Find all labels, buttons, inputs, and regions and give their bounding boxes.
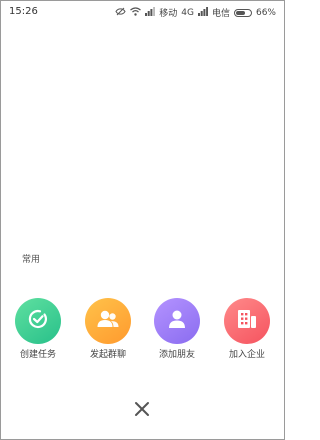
signal-icon-1 <box>145 6 156 19</box>
wifi-icon <box>130 6 142 19</box>
add-friend-button[interactable]: 添加朋友 <box>142 298 212 360</box>
battery-fill <box>235 10 245 15</box>
start-group-chat-label: 发起群聊 <box>89 350 126 360</box>
start-group-chat-circle <box>85 298 131 344</box>
network-type: 4G <box>181 7 194 18</box>
join-company-circle <box>224 298 270 344</box>
person-icon <box>167 309 187 333</box>
signal-icon-2 <box>197 6 208 19</box>
add-friend-circle <box>154 298 200 344</box>
start-group-chat-button[interactable]: 发起群聊 <box>73 298 143 360</box>
app-frame: 15:26 移动 4G 电信 66% 常用 创建任务 发起群聊 添加朋友 加入企… <box>0 0 285 440</box>
create-task-label: 创建任务 <box>19 350 56 360</box>
close-icon <box>134 401 150 421</box>
carrier-1: 移动 <box>159 9 178 19</box>
status-time: 15:26 <box>9 6 38 17</box>
create-task-button[interactable]: 创建任务 <box>3 298 73 360</box>
building-icon <box>236 309 258 333</box>
section-label-common: 常用 <box>22 255 41 265</box>
check-circle-icon <box>27 308 49 334</box>
close-button[interactable] <box>132 401 152 421</box>
battery-icon <box>233 8 252 17</box>
carrier-2: 电信 <box>211 9 230 19</box>
battery-percent: 66% <box>255 7 276 18</box>
add-friend-label: 添加朋友 <box>158 350 195 360</box>
status-icons: 移动 4G 电信 66% <box>115 6 276 19</box>
create-task-circle <box>15 298 61 344</box>
status-bar: 15:26 移动 4G 电信 66% <box>1 1 284 23</box>
group-icon <box>96 309 120 333</box>
action-grid: 创建任务 发起群聊 添加朋友 加入企业 <box>1 298 284 368</box>
nfc-icon <box>115 7 126 19</box>
join-company-button[interactable]: 加入企业 <box>212 298 282 360</box>
join-company-label: 加入企业 <box>228 350 265 360</box>
